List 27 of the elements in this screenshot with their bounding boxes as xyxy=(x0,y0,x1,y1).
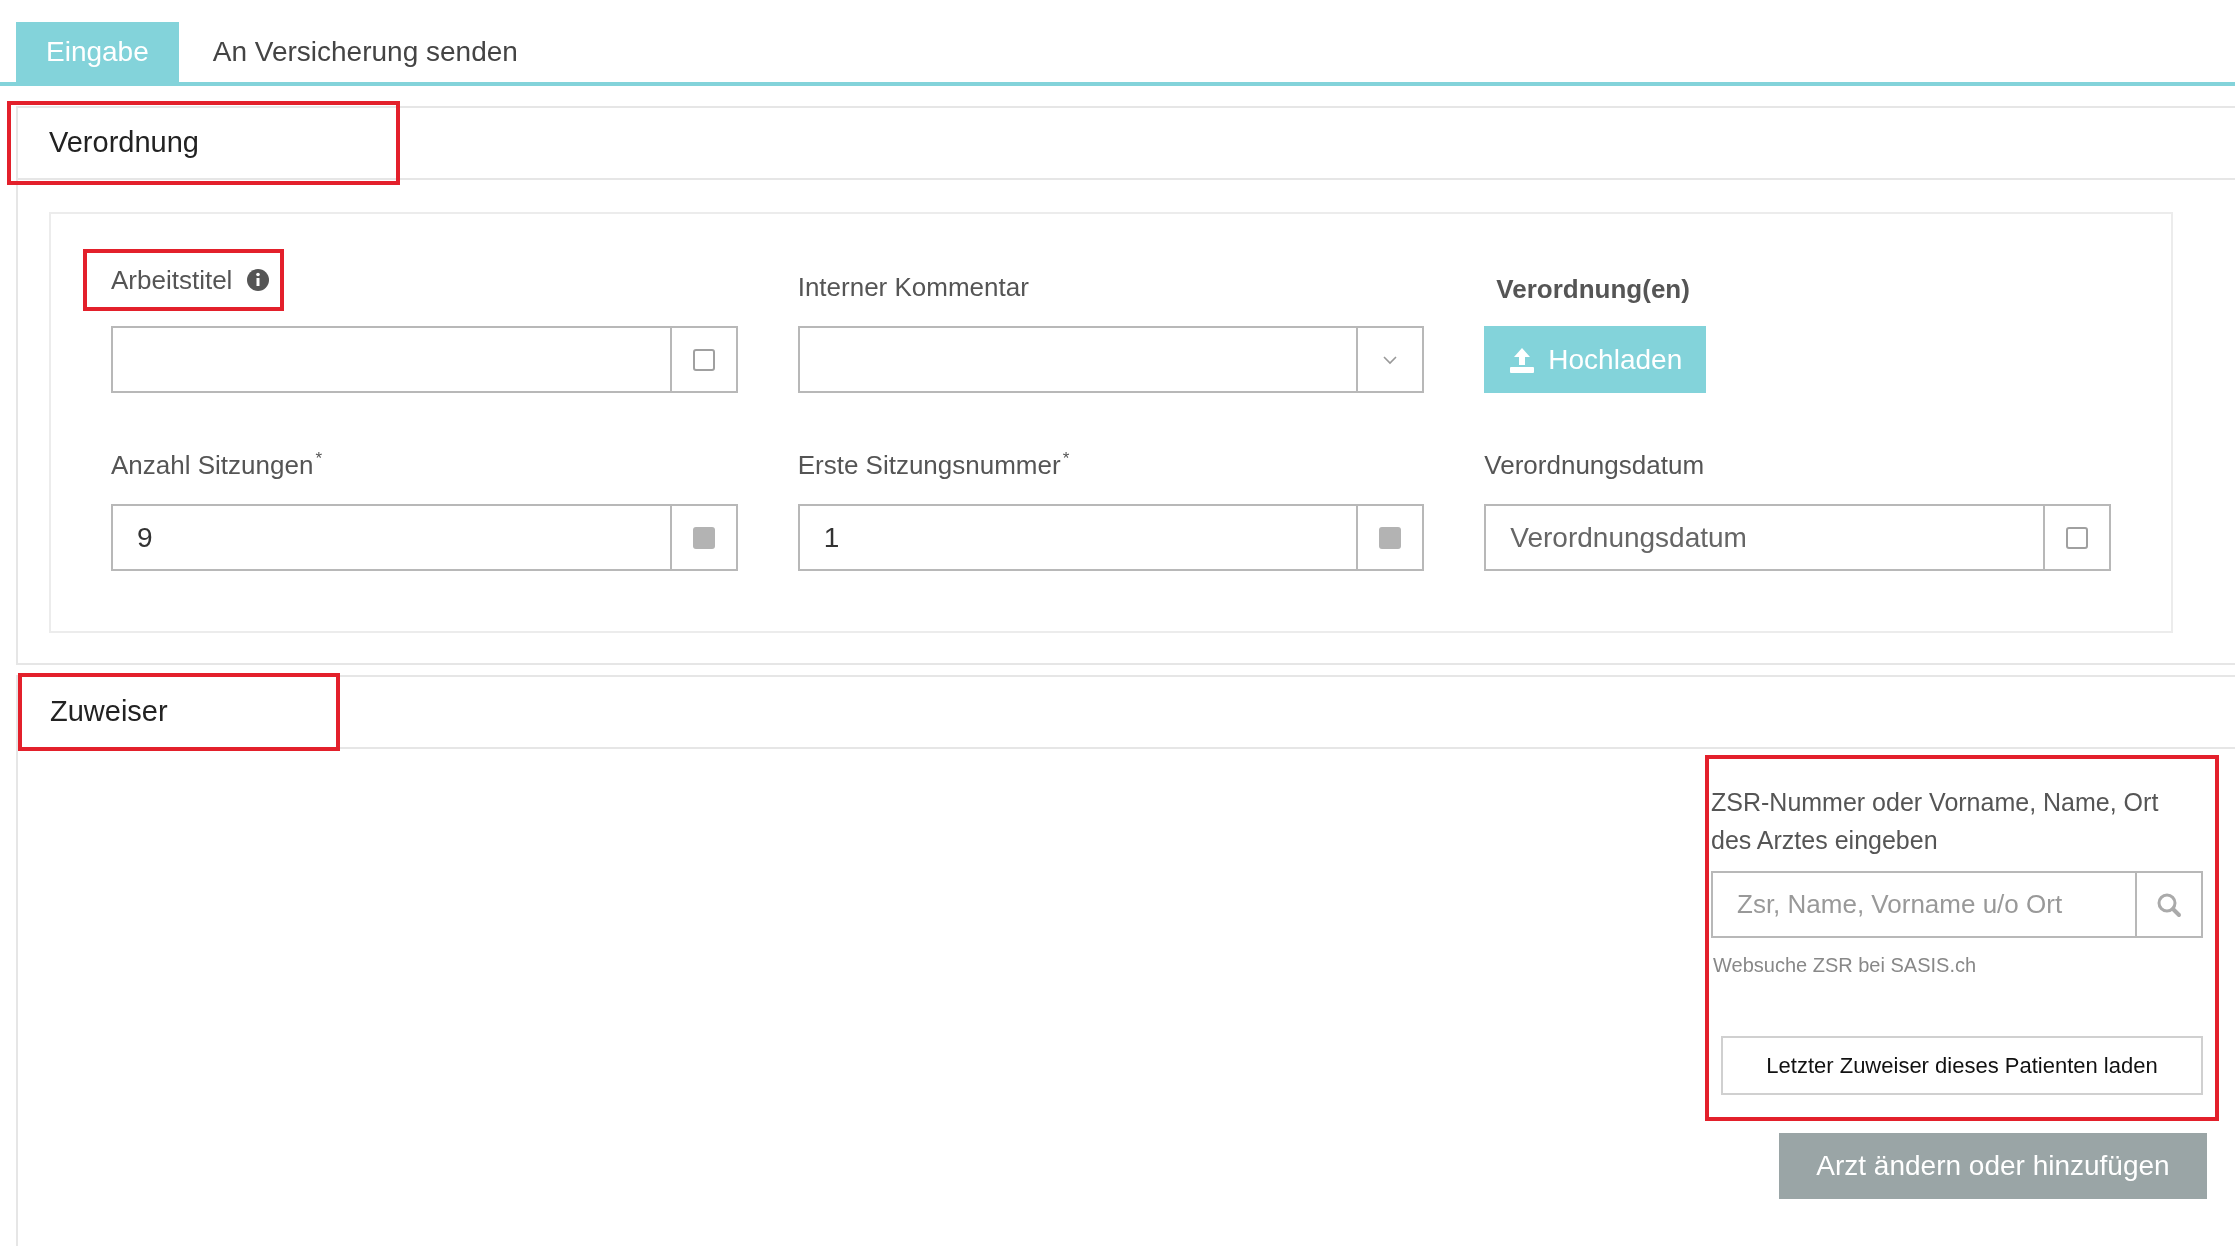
dropdown-toggle[interactable] xyxy=(1356,326,1425,393)
chevron-down-icon xyxy=(1382,354,1399,365)
input-field[interactable]: Verordnungsdatum xyxy=(1484,504,2043,571)
input-field[interactable] xyxy=(111,326,670,393)
field-label: Verordnung(en) xyxy=(1496,273,1690,306)
required-mark: * xyxy=(1062,448,1070,470)
checkbox[interactable] xyxy=(692,348,715,371)
info-icon[interactable] xyxy=(246,268,271,292)
load-referrer-button[interactable]: Letzter Zuweiser dieses Patienten laden xyxy=(1721,1036,2203,1095)
input-field[interactable]: 1 xyxy=(797,504,1357,571)
search-icon xyxy=(2156,891,2182,918)
field-label: Anzahl Sitzungen xyxy=(111,449,314,482)
field-label: Verordnungsdatum xyxy=(1484,449,1705,482)
input-field[interactable]: 9 xyxy=(111,504,670,571)
search-button[interactable] xyxy=(2135,871,2203,938)
section-title: Verordnung xyxy=(7,101,400,185)
checkbox[interactable] xyxy=(2066,526,2088,549)
search-field[interactable]: Zsr, Name, Vorname u/o Ort xyxy=(1711,871,2135,938)
field-label: Erste Sitzungsnummer xyxy=(797,449,1061,482)
required-mark: * xyxy=(315,448,322,470)
select-field[interactable] xyxy=(797,326,1357,393)
field-label: Interner Kommentar xyxy=(797,271,1029,304)
instruction-text: ZSR-Nummer oder Vorname, Name, Ort des Arztes eingeben xyxy=(1711,787,2160,856)
web-search-link[interactable]: Websuche ZSR bei SASIS.ch xyxy=(1713,950,1977,980)
tab[interactable]: An Versicherung senden xyxy=(178,22,552,82)
section-title: Zuweiser xyxy=(18,673,340,751)
field-label: Arbeitstitel xyxy=(111,263,233,297)
